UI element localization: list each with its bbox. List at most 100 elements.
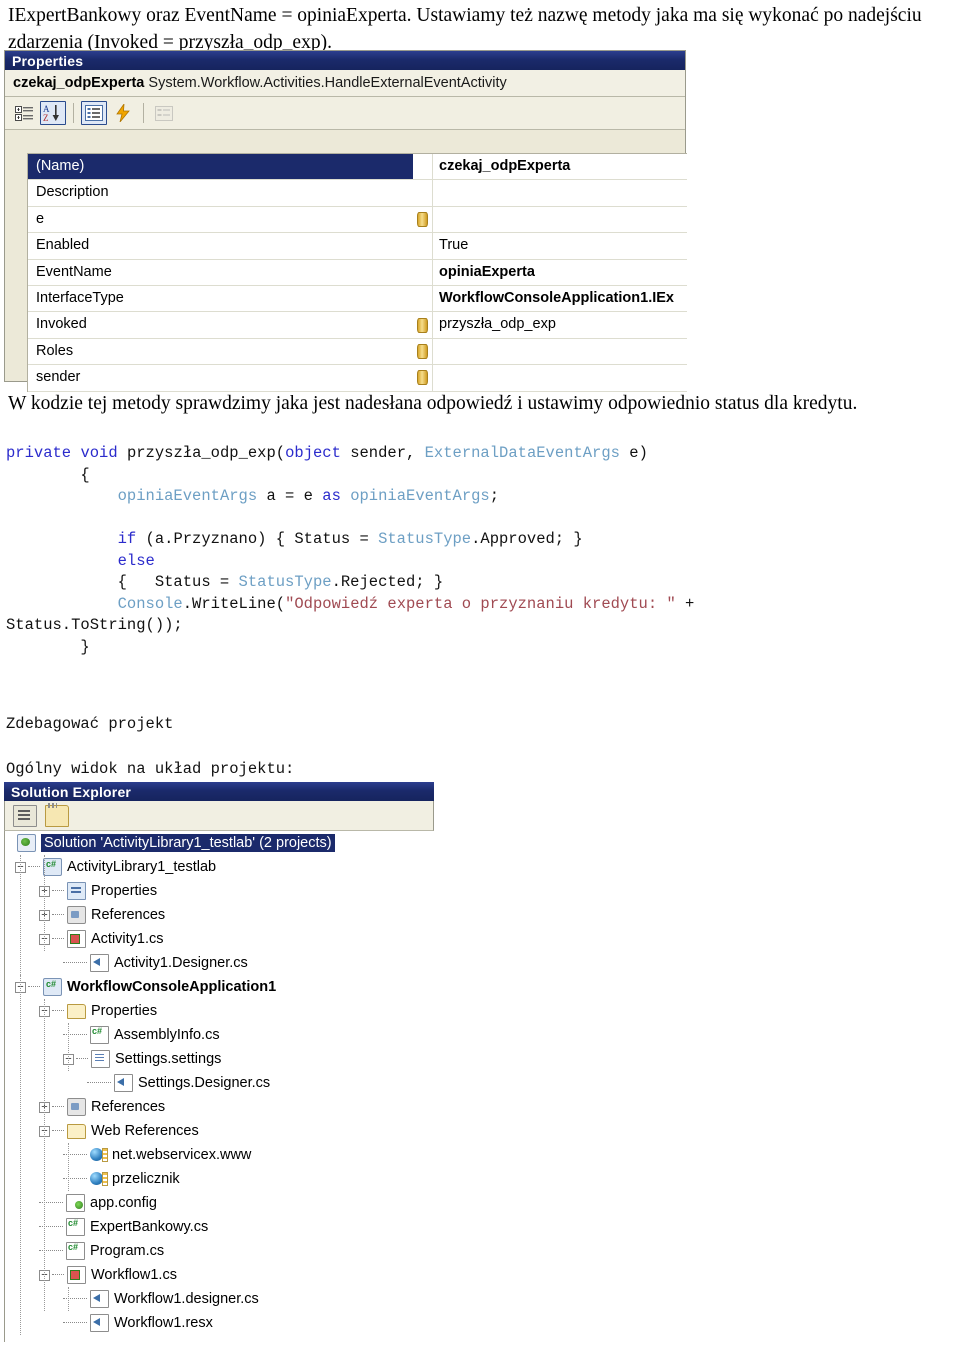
- property-row[interactable]: (Name) czekaj_odpExperta: [28, 154, 687, 181]
- property-value[interactable]: czekaj_odpExperta: [433, 154, 687, 179]
- tree-item[interactable]: − Settings.settings: [5, 1047, 434, 1071]
- property-binding-cell[interactable]: [413, 180, 433, 206]
- property-binding-cell[interactable]: [413, 285, 433, 312]
- property-value[interactable]: [433, 207, 687, 232]
- property-binding-cell[interactable]: [413, 312, 433, 338]
- tree-item-label: AssemblyInfo.cs: [114, 1027, 220, 1043]
- property-binding-cell[interactable]: [413, 233, 433, 259]
- property-value[interactable]: [433, 339, 687, 364]
- property-binding-cell[interactable]: [413, 259, 433, 285]
- code-token: as: [322, 487, 341, 505]
- tree-item[interactable]: − Properties: [5, 999, 434, 1023]
- property-value[interactable]: WorkflowConsoleApplication1.IEx: [433, 286, 687, 311]
- property-value[interactable]: przyszła_odp_exp: [433, 312, 687, 337]
- property-value[interactable]: opiniaExperta: [433, 260, 687, 285]
- tree-item[interactable]: przelicznik: [5, 1167, 434, 1191]
- tree-connector: [52, 1130, 64, 1132]
- tree-item-label: app.config: [90, 1195, 157, 1211]
- property-name: (Name): [28, 154, 413, 180]
- tree-connector: [52, 1106, 64, 1108]
- code-line: {: [6, 465, 956, 487]
- property-row[interactable]: InterfaceType WorkflowConsoleApplication1…: [28, 285, 687, 313]
- properties-list-icon: [85, 105, 103, 121]
- property-binding-cell[interactable]: [413, 365, 433, 391]
- tree-item[interactable]: Activity1.Designer.cs: [5, 951, 434, 975]
- designer-file-icon: [90, 1290, 109, 1308]
- tree-item[interactable]: Program.cs: [5, 1239, 434, 1263]
- code-line: if (a.Przyznano) { Status = StatusType.A…: [6, 529, 956, 551]
- property-row[interactable]: sender: [28, 365, 687, 392]
- code-token: }: [6, 637, 90, 656]
- designer-file-icon: [90, 954, 109, 972]
- tree-item-label: ExpertBankowy.cs: [90, 1219, 209, 1235]
- tree-item[interactable]: + References: [5, 1095, 434, 1119]
- property-value[interactable]: [433, 180, 687, 205]
- property-name: Enabled: [36, 237, 90, 254]
- property-value[interactable]: True: [433, 233, 687, 258]
- tree-item[interactable]: −WorkflowConsoleApplication1: [5, 975, 434, 999]
- tree-guide-line: [44, 999, 45, 1311]
- tree-item[interactable]: + Properties: [5, 879, 434, 903]
- binding-icon: [417, 211, 428, 227]
- solution-explorer-title: Solution Explorer: [11, 784, 132, 800]
- solution-tree[interactable]: Solution 'ActivityLibrary1_testlab' (2 p…: [4, 831, 434, 1342]
- code-line: private void przyszła_odp_exp(object sen…: [6, 443, 956, 465]
- properties-window-title: Properties: [12, 53, 84, 69]
- property-name: Roles: [36, 342, 74, 359]
- folder-open-icon: [67, 1003, 86, 1019]
- tree-item[interactable]: ExpertBankowy.cs: [5, 1215, 434, 1239]
- property-binding-cell[interactable]: [413, 206, 433, 233]
- properties-object-selector[interactable]: czekaj_odpExperta System.Workflow.Activi…: [5, 70, 685, 97]
- properties-button[interactable]: [13, 804, 37, 827]
- tree-item[interactable]: AssemblyInfo.cs: [5, 1023, 434, 1047]
- property-row[interactable]: Description: [28, 180, 687, 207]
- property-binding-cell[interactable]: [413, 338, 433, 365]
- tree-item[interactable]: Settings.Designer.cs: [5, 1071, 434, 1095]
- code-token: Console: [117, 594, 183, 613]
- property-row[interactable]: e: [28, 206, 687, 234]
- property-row[interactable]: Roles: [28, 338, 687, 366]
- properties-grid[interactable]: (Name) czekaj_odpExperta Description e Enabl…: [27, 153, 687, 392]
- property-row[interactable]: Enabled True: [28, 233, 687, 260]
- tree-connector: [63, 1322, 87, 1324]
- tree-item[interactable]: − Web References: [5, 1119, 434, 1143]
- tree-item[interactable]: Workflow1.resx: [5, 1311, 434, 1335]
- config-file-icon: [66, 1194, 85, 1212]
- activity-icon: [67, 930, 86, 948]
- property-row[interactable]: Invoked przyszła_odp_exp: [28, 312, 687, 339]
- tree-item-label: WorkflowConsoleApplication1: [67, 979, 277, 995]
- tree-item[interactable]: net.webservicex.www: [5, 1143, 434, 1167]
- property-pages-button[interactable]: [151, 101, 177, 125]
- intro-paragraph: IExpertBankowy oraz EventName = opiniaEx…: [8, 5, 922, 53]
- tree-item[interactable]: + References: [5, 903, 434, 927]
- property-pages-icon: [155, 105, 173, 121]
- events-view-button[interactable]: [110, 101, 136, 125]
- tree-item[interactable]: Workflow1.designer.cs: [5, 1287, 434, 1311]
- tree-item-label: ActivityLibrary1_testlab: [67, 859, 217, 875]
- tree-item[interactable]: − Activity1.cs: [5, 927, 434, 951]
- property-name: EventName: [36, 263, 112, 280]
- code-token: .WriteLine(: [182, 594, 286, 613]
- tree-item[interactable]: −ActivityLibrary1_testlab: [5, 855, 434, 879]
- tree-item-label: Properties: [91, 1003, 158, 1019]
- body-paragraph: W kodzie tej metody sprawdzimy jaka jest…: [8, 393, 858, 414]
- solution-explorer-window: Solution Explorer Solution 'ActivityLibr…: [4, 782, 434, 1342]
- categorized-view-button[interactable]: [11, 101, 37, 125]
- tree-connector: [52, 890, 64, 892]
- tree-connector: [52, 1010, 64, 1012]
- code-token: void: [80, 444, 118, 462]
- tree-connector: [63, 1154, 87, 1156]
- tree-item[interactable]: Solution 'ActivityLibrary1_testlab' (2 p…: [5, 831, 434, 855]
- code-token: .Approved; }: [471, 530, 583, 548]
- property-row[interactable]: EventName opiniaExperta: [28, 259, 687, 286]
- property-value[interactable]: [433, 365, 687, 390]
- alphabetical-sort-button[interactable]: A Z: [40, 101, 66, 125]
- tree-item[interactable]: app.config: [5, 1191, 434, 1215]
- tree-item[interactable]: − Workflow1.cs: [5, 1263, 434, 1287]
- tree-guide-line: [68, 1143, 69, 1191]
- property-binding-cell[interactable]: [413, 154, 433, 180]
- properties-view-button[interactable]: [81, 101, 107, 125]
- references-icon: [67, 906, 86, 924]
- show-all-files-button[interactable]: [45, 802, 69, 827]
